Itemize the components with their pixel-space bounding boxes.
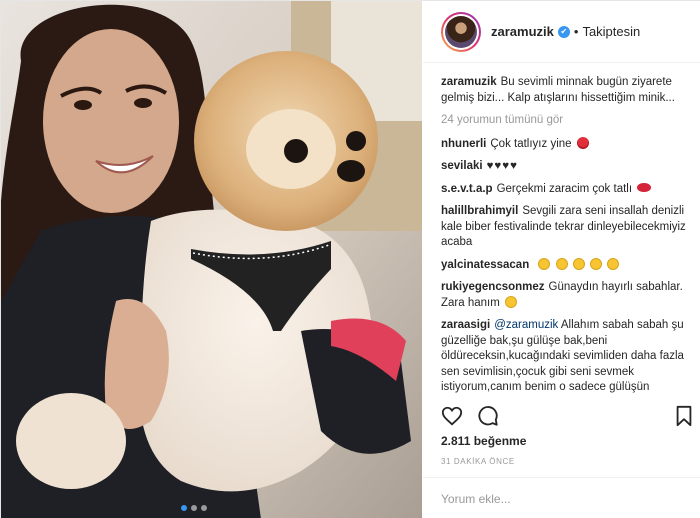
likes-count[interactable]: 2.811 beğenme [441, 434, 526, 448]
avatar-story-ring[interactable] [441, 11, 481, 52]
smile-emoji-icon [607, 257, 620, 270]
lips-emoji-icon [637, 182, 652, 192]
comment-username[interactable]: s.e.v.t.a.p [441, 183, 493, 195]
comment-text: ♥♥♥♥ [486, 160, 518, 172]
header-separator: • [573, 24, 579, 39]
photo-illustration [1, 1, 422, 518]
caption: zaramuzik Bu sevimli minnak bugün ziyaret… [441, 75, 695, 106]
post-photo[interactable] [1, 1, 422, 518]
comment-mention[interactable]: @zaramuzik [494, 319, 558, 331]
comment-item: rukiyegencsonmez Günaydın hayırlı sabahla… [441, 280, 695, 311]
avatar [445, 15, 477, 48]
comment-item: zaraasigi @zaramuzik Allahım sabah sabah … [441, 318, 695, 396]
carousel-indicator [181, 505, 207, 511]
post-header: zaramuzik ✔ • Takiptesin [423, 1, 700, 63]
follow-status[interactable]: Takiptesin [582, 24, 640, 39]
comment-item: sevilaki ♥♥♥♥ [441, 159, 695, 175]
verified-badge-icon: ✔ [557, 25, 570, 38]
comment-username[interactable]: nhunerli [441, 138, 486, 150]
post-timestamp: 31 DAKİKA ÖNCE [441, 457, 515, 466]
carousel-dot-active [181, 505, 187, 511]
comment-item: yalcinatessacan [441, 257, 695, 274]
comments-list[interactable]: zaramuzik Bu sevimli minnak bugün ziyaret… [441, 75, 695, 401]
comment-text: Çok tatlıyız yine [490, 137, 572, 150]
smile-emoji-icon [572, 257, 585, 270]
comment-username[interactable]: rukiyegencsonmez [441, 281, 545, 293]
blush-emoji-icon [505, 295, 518, 308]
comment-username[interactable]: halillbrahimyil [441, 205, 518, 217]
post-actions [441, 405, 695, 429]
smile-emoji-icon [538, 257, 551, 270]
comment-item: halillbrahimyil Sevgili zara seni insalla… [441, 204, 695, 251]
comment-item: nhunerli Çok tatlıyız yine [441, 136, 695, 153]
bookmark-icon[interactable] [673, 405, 695, 427]
heart-outline-icon[interactable] [441, 405, 463, 427]
carousel-dot [201, 505, 207, 511]
speech-bubble-icon[interactable] [477, 405, 499, 427]
add-comment-bar [423, 477, 700, 518]
view-all-comments-link[interactable]: 24 yorumun tümünü gör [441, 113, 695, 129]
header-username[interactable]: zaramuzik [491, 24, 554, 39]
post-sidebar: zaramuzik ✔ • Takiptesin zaramuzik Bu sev… [423, 1, 700, 518]
caption-username[interactable]: zaramuzik [441, 76, 497, 88]
smile-emoji-icon [555, 257, 568, 270]
instagram-post: zaramuzik ✔ • Takiptesin zaramuzik Bu sev… [0, 0, 700, 518]
add-comment-input[interactable] [441, 491, 681, 506]
smile-emoji-icon [590, 257, 603, 270]
comment-username[interactable]: yalcinatessacan [441, 259, 529, 271]
comment-username[interactable]: sevilaki [441, 160, 483, 172]
comment-text: Gerçekmi zaracim çok tatlı [496, 182, 633, 195]
rose-emoji-icon [576, 136, 589, 149]
comment-item: s.e.v.t.a.p Gerçekmi zaracim çok tatlı [441, 182, 695, 198]
carousel-dot [191, 505, 197, 511]
comment-username[interactable]: zaraasigi [441, 319, 490, 331]
